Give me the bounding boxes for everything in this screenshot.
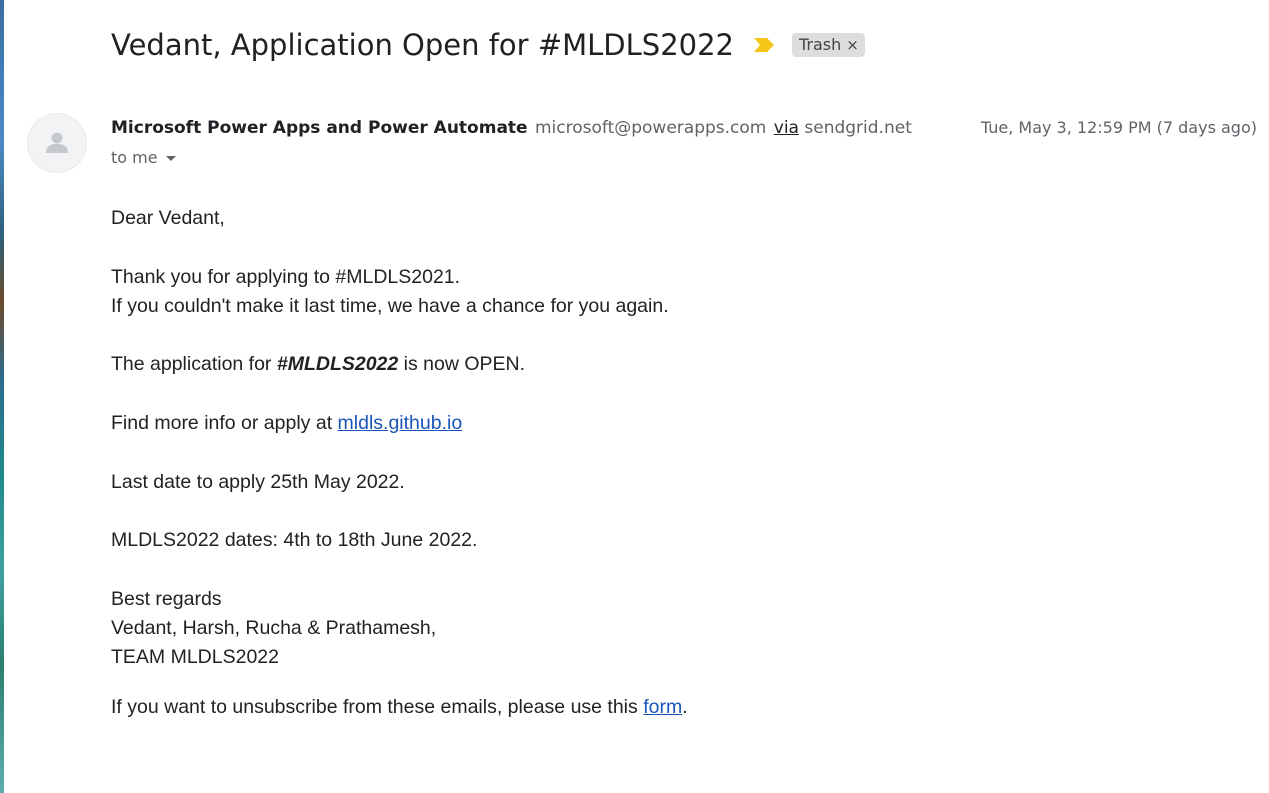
open-line: The application for #MLDLS2022 is now OP… (111, 350, 1211, 379)
sender-name[interactable]: Microsoft Power Apps and Power Automate (111, 118, 528, 138)
person-icon (46, 132, 68, 153)
unsubscribe-form-link[interactable]: form (643, 696, 682, 718)
trash-label-chip: Trash × (792, 33, 865, 57)
subject-row: Vedant, Application Open for #MLDLS2022 … (111, 28, 865, 62)
dates-line: MLDLS2022 dates: 4th to 18th June 2022. (111, 529, 478, 552)
via-link[interactable]: via (774, 118, 799, 138)
trash-label-text: Trash (799, 35, 842, 54)
info-link[interactable]: mldls.github.io (338, 412, 463, 434)
chance-line: If you couldn't make it last time, we ha… (111, 294, 669, 317)
email-subject: Vedant, Application Open for #MLDLS2022 (111, 28, 734, 62)
last-date-line: Last date to apply 25th May 2022. (111, 470, 405, 493)
sender-email: microsoft@powerapps.com (534, 118, 767, 138)
thanks-line: Thank you for applying to #MLDLS2021. (111, 265, 461, 288)
open-suffix: is now OPEN. (398, 353, 526, 376)
importance-marker-icon[interactable] (752, 37, 776, 53)
unsub-prefix: If you want to unsubscribe from these em… (111, 695, 644, 718)
email-date[interactable]: Tue, May 3, 12:59 PM (7 days ago) (981, 115, 1257, 141)
open-highlight: #MLDLS2022 (276, 353, 399, 376)
sender-avatar (27, 113, 87, 173)
background-strip (0, 0, 4, 793)
team-line: TEAM MLDLS2022 (111, 646, 279, 669)
info-prefix: Find more info or apply at (111, 412, 338, 435)
sender-info: Microsoft Power Apps and Power Automate … (111, 115, 912, 141)
open-prefix: The application for (111, 353, 277, 376)
recipient-text: to me (111, 148, 158, 167)
names-line: Vedant, Harsh, Rucha & Prathamesh, (111, 617, 437, 640)
email-body: Dear Vedant, Thank you for applying to #… (111, 204, 1211, 722)
unsub-suffix: . (682, 695, 688, 718)
remove-label-icon[interactable]: × (846, 36, 859, 54)
greeting: Dear Vedant, (111, 207, 225, 229)
via-domain: sendgrid.net (804, 118, 912, 138)
recipient-row[interactable]: to me (111, 145, 176, 171)
regards-line: Best regards (111, 587, 222, 610)
caret-down-icon[interactable] (165, 155, 176, 161)
unsubscribe-line: If you want to unsubscribe from these em… (111, 693, 1211, 722)
info-line: Find more info or apply at mldls.github.… (111, 409, 1211, 438)
